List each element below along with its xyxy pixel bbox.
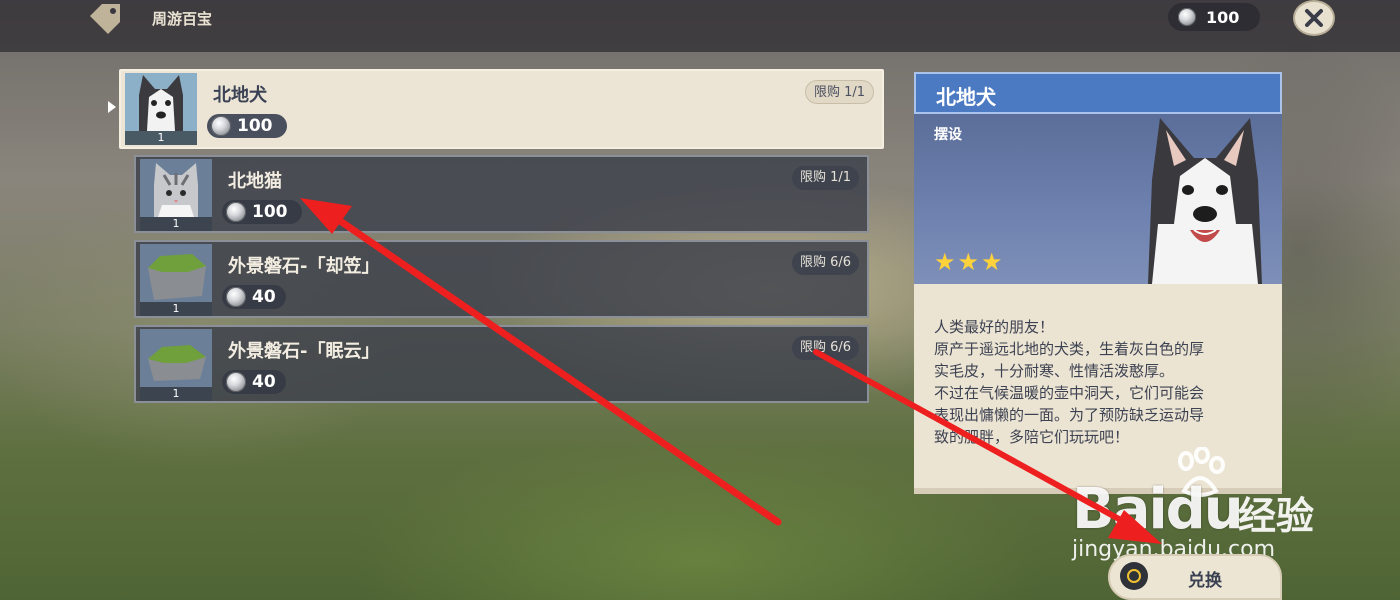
description-line: 实毛皮，十分耐寒、性情活泼憨厚。 bbox=[934, 362, 1175, 380]
item-detail-panel: 北地犬 摆设 ★★★ 人类最好的朋友！ 原产于遥远北地的犬类，生着灰白色的厚 实… bbox=[914, 72, 1282, 494]
item-count: 1 bbox=[140, 217, 212, 231]
currency-amount: 100 bbox=[1206, 8, 1240, 27]
close-button[interactable] bbox=[1293, 0, 1335, 36]
husky-portrait-icon bbox=[1148, 118, 1262, 284]
price-value: 100 bbox=[252, 202, 288, 222]
item-thumbnail: 1 bbox=[140, 329, 212, 401]
price-value: 100 bbox=[237, 116, 273, 136]
shop-item-outdoor-rock-queli[interactable]: 1 外景磐石-「却笠」 40 限购 6/6 bbox=[134, 240, 869, 318]
item-name: 外景磐石-「却笠」 bbox=[228, 256, 380, 277]
shop-item-northland-dog[interactable]: 1 北地犬 100 限购 1/1 bbox=[119, 69, 884, 149]
currency-display: 100 bbox=[1168, 3, 1260, 31]
cat-icon bbox=[154, 163, 198, 217]
item-name: 北地猫 bbox=[228, 171, 282, 192]
close-icon bbox=[1305, 9, 1323, 27]
item-thumbnail: 1 bbox=[140, 159, 212, 231]
item-count: 1 bbox=[140, 302, 212, 316]
top-bar: 周游百宝 100 bbox=[0, 0, 1400, 52]
item-name: 外景磐石-「眠云」 bbox=[228, 341, 380, 362]
item-price: 40 bbox=[222, 285, 286, 309]
item-count: 1 bbox=[125, 131, 197, 145]
purchase-limit-badge: 限购 6/6 bbox=[791, 251, 859, 275]
shop-item-outdoor-rock-mianyun[interactable]: 1 外景磐石-「眠云」 40 限购 6/6 bbox=[134, 325, 869, 403]
item-price: 100 bbox=[222, 200, 302, 224]
item-price: 40 bbox=[222, 370, 286, 394]
selection-indicator-icon bbox=[108, 101, 116, 113]
silver-coin-icon bbox=[226, 372, 246, 392]
detail-header: 北地犬 bbox=[914, 72, 1282, 114]
rarity-stars: ★★★ bbox=[934, 248, 1005, 276]
purchase-limit-badge: 限购 1/1 bbox=[804, 80, 874, 104]
husky-icon bbox=[139, 75, 183, 131]
silver-coin-icon bbox=[211, 116, 231, 136]
item-count: 1 bbox=[140, 387, 212, 401]
shop-item-northland-cat[interactable]: 1 北地猫 100 限购 1/1 bbox=[134, 155, 869, 233]
description-line: 表现出慵懒的一面。为了预防缺乏运动导 bbox=[934, 406, 1205, 424]
confirm-ring-icon bbox=[1120, 562, 1148, 590]
item-name: 北地犬 bbox=[213, 85, 267, 106]
silver-coin-icon bbox=[1178, 8, 1196, 26]
purchase-limit-badge: 限购 6/6 bbox=[791, 336, 859, 360]
item-description: 人类最好的朋友！ 原产于遥远北地的犬类，生着灰白色的厚 实毛皮，十分耐寒、性情活… bbox=[934, 316, 1264, 448]
detail-title: 北地犬 bbox=[936, 85, 996, 109]
price-tag-icon bbox=[90, 4, 120, 34]
silver-coin-icon bbox=[226, 202, 246, 222]
description-line: 不过在气候温暖的壶中洞天，它们可能会 bbox=[934, 384, 1205, 402]
detail-artwork: 摆设 ★★★ bbox=[914, 114, 1282, 284]
item-thumbnail: 1 bbox=[125, 73, 197, 145]
rock-icon bbox=[148, 254, 206, 300]
baidu-watermark: Baidu 经验 jingyan.baidu.com bbox=[1072, 445, 1372, 565]
item-price: 100 bbox=[207, 114, 287, 138]
item-thumbnail: 1 bbox=[140, 244, 212, 316]
exchange-button-label: 兑换 bbox=[1188, 571, 1222, 591]
watermark-suffix: 经验 bbox=[1238, 494, 1315, 538]
price-value: 40 bbox=[252, 287, 276, 307]
item-category: 摆设 bbox=[934, 127, 962, 143]
purchase-limit-badge: 限购 1/1 bbox=[791, 166, 859, 190]
description-line: 人类最好的朋友！ bbox=[934, 318, 1055, 336]
exchange-button[interactable]: 兑换 bbox=[1108, 554, 1282, 600]
description-line: 原产于遥远北地的犬类，生着灰白色的厚 bbox=[934, 340, 1205, 358]
rock-icon bbox=[148, 345, 206, 381]
silver-coin-icon bbox=[226, 287, 246, 307]
price-value: 40 bbox=[252, 372, 276, 392]
shop-title: 周游百宝 bbox=[152, 10, 213, 28]
watermark-brand: Baidu bbox=[1072, 477, 1244, 542]
